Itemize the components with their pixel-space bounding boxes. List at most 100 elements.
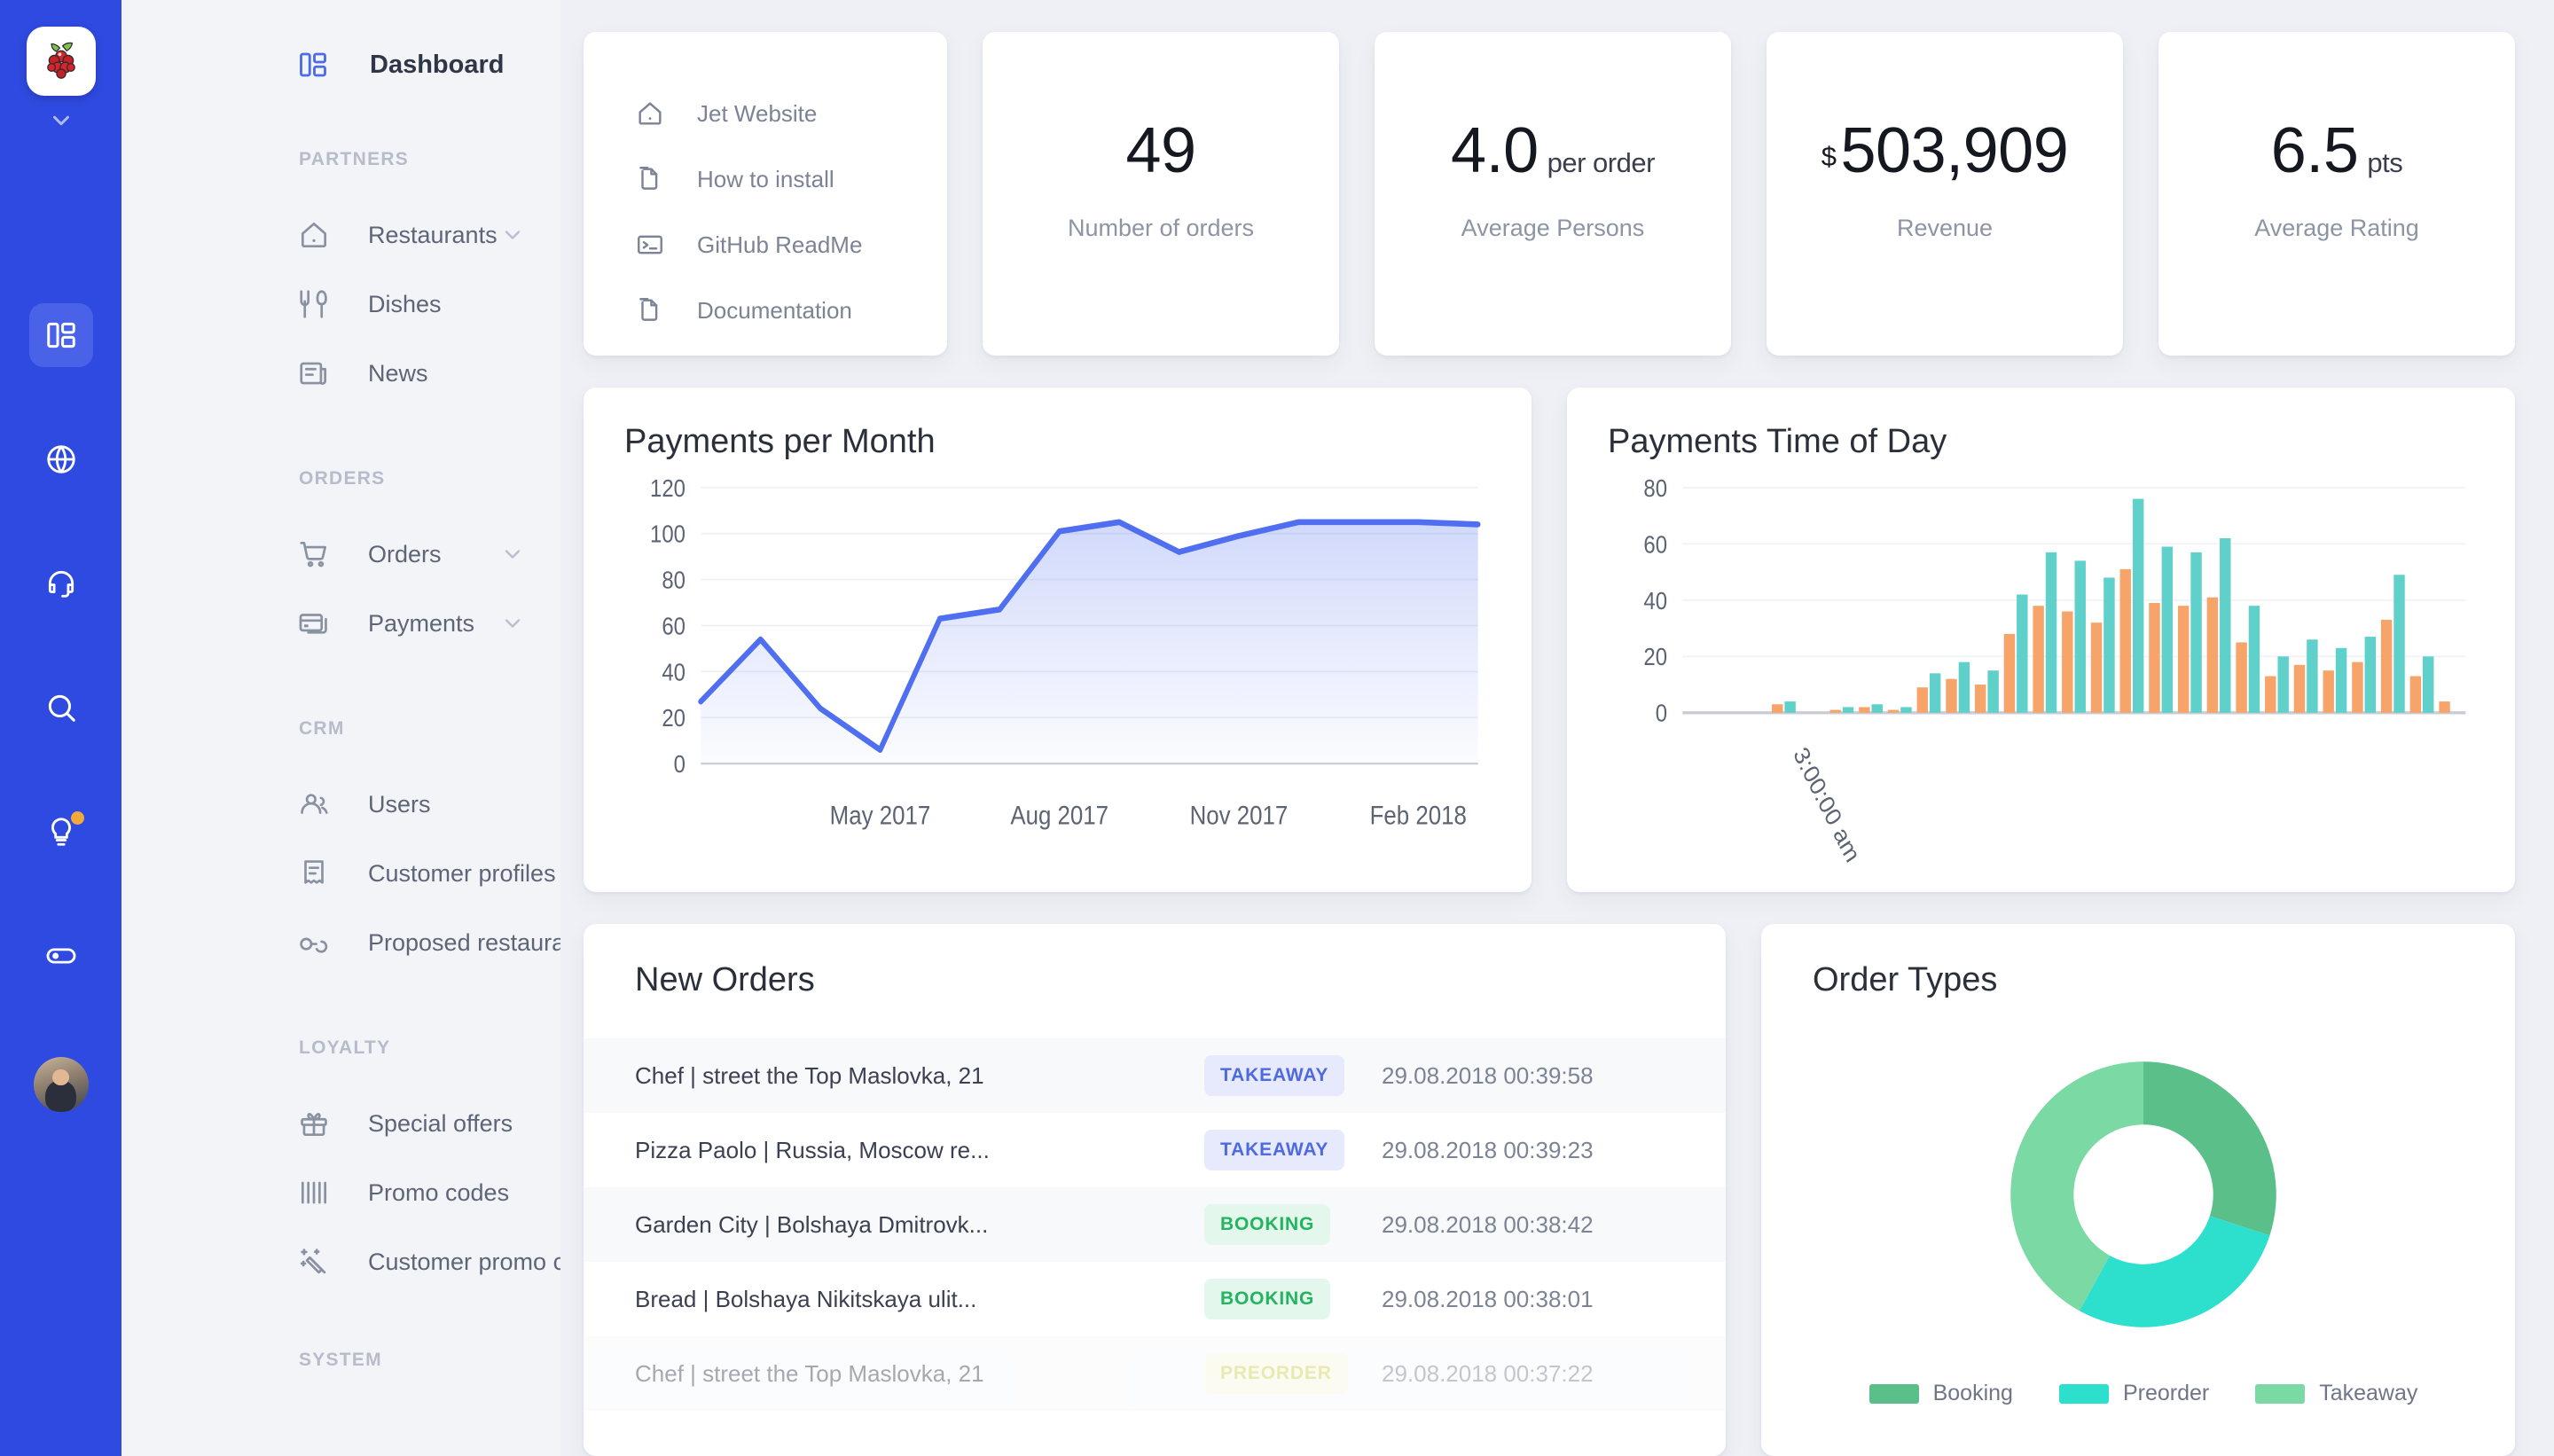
rail-item-ideas[interactable] — [29, 800, 93, 864]
stat-card-average-rating: 6.5 pts Average Rating — [2158, 32, 2515, 356]
sidebar-item-label: Dishes — [368, 291, 442, 318]
sidebar-item-customer-profiles[interactable]: Customer profiles — [121, 839, 560, 908]
svg-text:40: 40 — [662, 660, 686, 686]
chart-title: Payments Time of Day — [1608, 423, 2474, 461]
rail-notification-badge — [71, 811, 84, 825]
stat-suffix: per order — [1547, 149, 1655, 176]
sidebar-item-promo-codes[interactable]: Promo codes — [121, 1158, 560, 1227]
quick-link-github-readme[interactable]: GitHub ReadMe — [584, 212, 947, 278]
quick-link-how-to-install[interactable]: How to install — [584, 146, 947, 212]
svg-text:Aug 2017: Aug 2017 — [1010, 801, 1109, 830]
line-chart[interactable]: 020406080100120May 2017Aug 2017Nov 2017F… — [624, 470, 1491, 872]
rail-item-dashboard[interactable] — [29, 303, 93, 367]
toggle-icon — [44, 939, 78, 973]
sidebar-item-special-offers[interactable]: Special offers — [121, 1089, 560, 1158]
table-row[interactable]: Bread | Bolshaya Nikitskaya ulit...BOOKI… — [584, 1262, 1726, 1336]
order-badge-cell: BOOKING — [1204, 1204, 1382, 1245]
sidebar-item-customer-promo-codes[interactable]: Customer promo codes — [121, 1227, 560, 1296]
chevron-down-icon[interactable] — [500, 223, 525, 247]
stat-value-group: 4.0 per order — [1451, 119, 1655, 183]
stat-label: Number of orders — [1068, 213, 1254, 244]
order-name: Chef | street the Top Maslovka, 21 — [635, 1062, 1204, 1090]
sidebar-item-label: Orders — [368, 541, 442, 568]
svg-text:0: 0 — [1656, 701, 1667, 727]
dashboard-icon — [44, 318, 78, 352]
order-name: Garden City | Bolshaya Dmitrovk... — [635, 1211, 1204, 1239]
sidebar-item-news[interactable]: News — [121, 339, 560, 408]
stat-label: Average Rating — [2254, 213, 2419, 244]
donut-slice-booking[interactable] — [2143, 1061, 2276, 1235]
table-row[interactable]: Chef | street the Top Maslovka, 21TAKEAW… — [584, 1038, 1726, 1113]
stat-value: 503,909 — [1840, 119, 2068, 183]
sidebar-section-loyalty: LOYALTY — [121, 1037, 560, 1059]
sidebar-section-orders: ORDERS — [121, 468, 560, 489]
quick-link-label: GitHub ReadMe — [697, 231, 862, 259]
bar-chart[interactable]: 0204060803:00:00 am — [1608, 470, 2474, 872]
svg-text:May 2017: May 2017 — [830, 801, 931, 830]
status-badge: TAKEAWAY — [1204, 1130, 1344, 1170]
users-icon — [297, 787, 331, 821]
table-row[interactable]: Pizza Paolo | Russia, Moscow re...TAKEAW… — [584, 1113, 1726, 1187]
order-types-card: Order Types BookingPreorderTakeaway — [1761, 924, 2515, 1456]
card-icon — [297, 607, 331, 640]
table-row[interactable]: Chef | street the Top Maslovka, 21PREORD… — [584, 1336, 1726, 1411]
bottom-row: New Orders Chef | street the Top Maslovk… — [584, 924, 2515, 1456]
terminal-icon — [635, 230, 665, 260]
sidebar-item-label: Payments — [368, 610, 474, 638]
order-badge-cell: PREORDER — [1204, 1353, 1382, 1394]
sidebar-item-restaurants[interactable]: Restaurants — [121, 200, 560, 270]
order-timestamp: 29.08.2018 00:39:23 — [1382, 1137, 1674, 1164]
sidebar-item-orders[interactable]: Orders — [121, 520, 560, 589]
legend-item[interactable]: Booking — [1869, 1381, 2013, 1406]
legend-item[interactable]: Preorder — [2059, 1381, 2209, 1406]
sidebar-item-proposed-restaurants[interactable]: Proposed restaurants — [121, 908, 560, 977]
news-icon — [297, 356, 331, 390]
table-row[interactable]: Garden City | Bolshaya Dmitrovk...BOOKIN… — [584, 1187, 1726, 1262]
legend-label: Preorder — [2123, 1381, 2209, 1406]
home-icon — [635, 98, 665, 129]
main-content: Jet Website How to install GitHub ReadMe — [560, 0, 2554, 1456]
sidebar-item-dashboard[interactable]: Dashboard — [121, 41, 560, 89]
donut-legend: Booking Preorder Takeaway — [1813, 1381, 2474, 1429]
chevron-down-icon[interactable] — [500, 611, 525, 636]
sidebar-item-label: Special offers — [368, 1110, 513, 1138]
rail-expand-chevron-down-icon[interactable] — [43, 108, 79, 133]
rail-user-avatar[interactable] — [34, 1057, 89, 1112]
rail-item-toggle[interactable] — [29, 924, 93, 988]
quick-link-jet-website[interactable]: Jet Website — [584, 81, 947, 146]
donut-slice-preorder[interactable] — [2080, 1217, 2270, 1327]
svg-text:20: 20 — [1643, 645, 1667, 671]
status-badge: BOOKING — [1204, 1204, 1330, 1245]
sidebar-item-payments[interactable]: Payments — [121, 589, 560, 658]
svg-text:80: 80 — [1643, 475, 1667, 502]
app-root: Dashboard PARTNERS Restaurants Dishes Ne… — [0, 0, 2554, 1456]
sidebar-item-label: Restaurants — [368, 222, 497, 249]
raspberry-logo-icon[interactable] — [27, 27, 96, 96]
order-name: Chef | street the Top Maslovka, 21 — [635, 1360, 1204, 1388]
donut-chart[interactable] — [1813, 1008, 2474, 1381]
quick-link-documentation[interactable]: Documentation — [584, 278, 947, 343]
svg-text:80: 80 — [662, 568, 686, 594]
legend-item[interactable]: Takeaway — [2255, 1381, 2417, 1406]
svg-text:40: 40 — [1643, 588, 1667, 614]
order-name: Bread | Bolshaya Nikitskaya ulit... — [635, 1286, 1204, 1313]
svg-text:120: 120 — [650, 475, 686, 502]
rail-item-support[interactable] — [29, 552, 93, 615]
order-badge-cell: BOOKING — [1204, 1279, 1382, 1319]
stat-value-group: 6.5 pts — [2271, 119, 2402, 183]
stat-value: 49 — [1125, 119, 1195, 183]
rail-item-search[interactable] — [29, 676, 93, 740]
sidebar-item-dishes[interactable]: Dishes — [121, 270, 560, 339]
order-timestamp: 29.08.2018 00:37:22 — [1382, 1360, 1674, 1388]
orders-list: Chef | street the Top Maslovka, 21TAKEAW… — [584, 1038, 1726, 1411]
rail-item-globe[interactable] — [29, 427, 93, 491]
sidebar-item-label: Customer promo codes — [368, 1249, 560, 1276]
status-badge: TAKEAWAY — [1204, 1055, 1344, 1096]
quick-link-label: Jet Website — [697, 100, 817, 128]
magic-wand-icon — [297, 1245, 331, 1279]
sidebar-item-users[interactable]: Users — [121, 770, 560, 839]
chevron-down-icon[interactable] — [500, 542, 525, 567]
sidebar-section-partners: PARTNERS — [121, 149, 560, 170]
payments-time-of-day-card: Payments Time of Day 0204060803:00:00 am — [1567, 387, 2515, 893]
status-badge: PREORDER — [1204, 1353, 1348, 1394]
